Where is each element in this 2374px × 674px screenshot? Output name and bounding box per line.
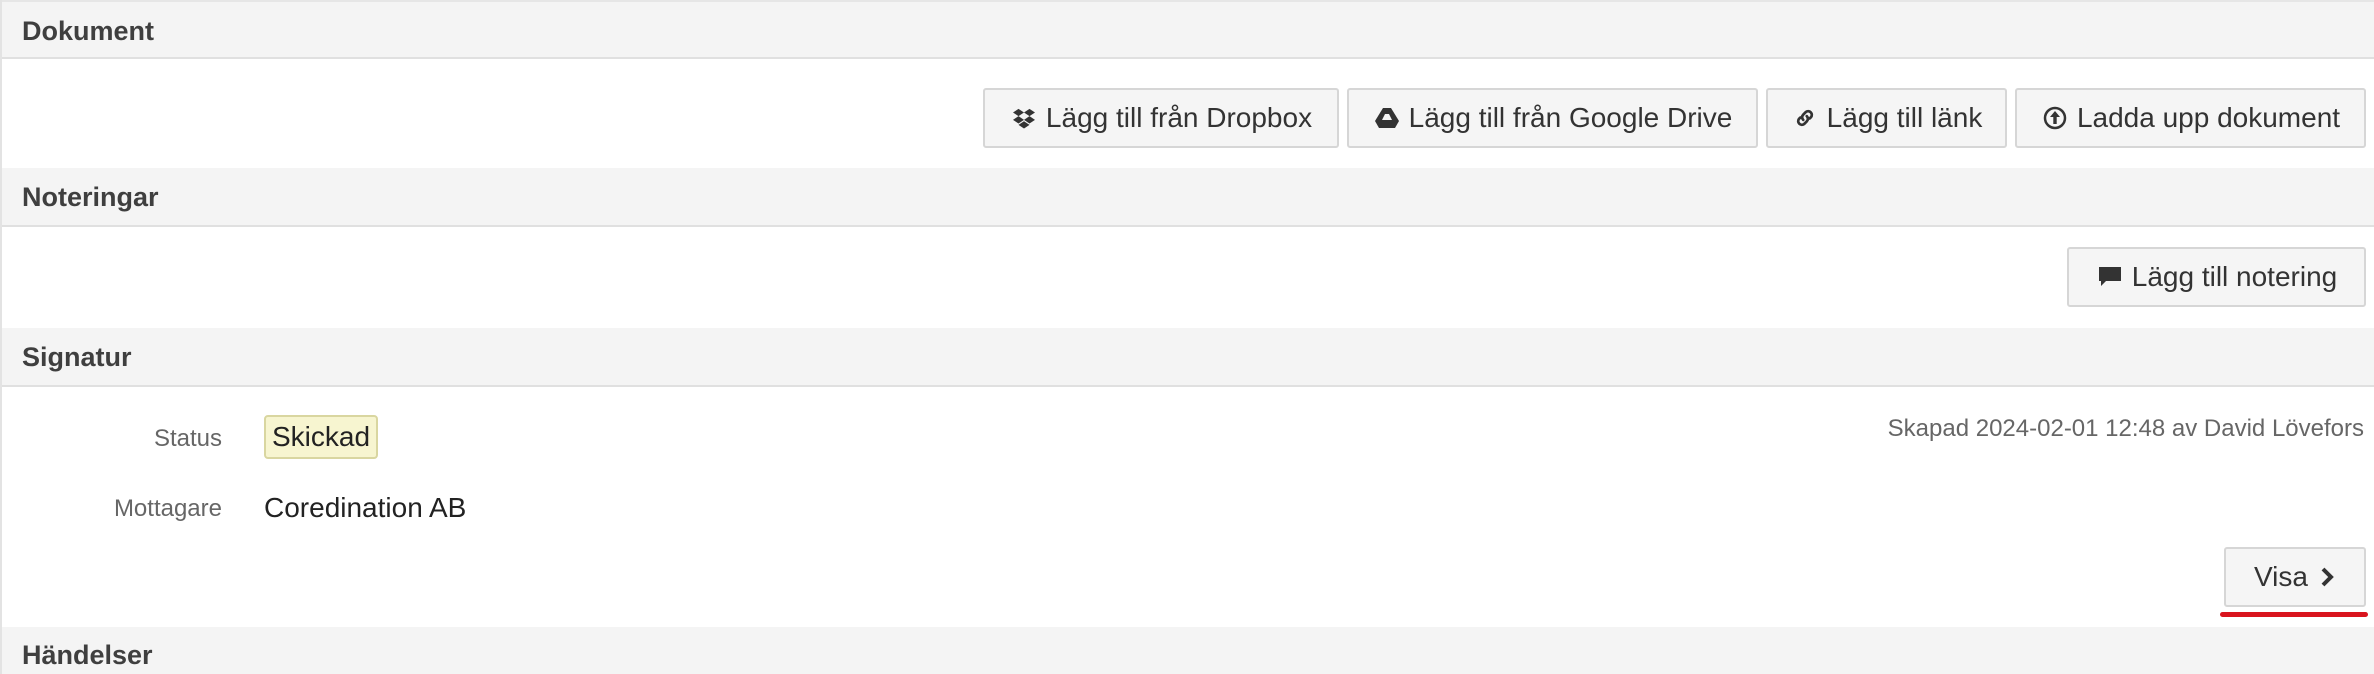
add-link-button[interactable]: Lägg till länk (1766, 88, 2007, 148)
add-link-label: Lägg till länk (1826, 102, 1983, 133)
show-button-label: Visa (2254, 561, 2308, 592)
link-icon (1791, 104, 1819, 132)
noteringar-header: Noteringar (2, 168, 2374, 227)
recipient-label: Mottagare (113, 495, 222, 522)
add-from-dropbox-label: Lägg till från Dropbox (1045, 102, 1313, 133)
add-from-google-drive-button[interactable]: Lägg till från Google Drive (1347, 88, 1758, 148)
chevron-right-icon (2318, 563, 2336, 591)
add-from-dropbox-button[interactable]: Lägg till från Dropbox (983, 88, 1339, 148)
dokument-title: Dokument (22, 16, 155, 46)
noteringar-title: Noteringar (22, 182, 159, 212)
add-note-label: Lägg till notering (2131, 261, 2338, 292)
google-drive-icon (1373, 104, 1401, 132)
signatur-header: Signatur (2, 328, 2374, 387)
show-button[interactable]: Visa (2224, 547, 2366, 607)
add-from-google-drive-label: Lägg till från Google Drive (1408, 102, 1733, 133)
handelser-title: Händelser (22, 640, 153, 670)
signatur-title: Signatur (22, 342, 132, 372)
created-meta: Skapad 2024-02-01 12:48 av David Lövefor… (1887, 415, 2364, 442)
recipient-value: Coredination AB (264, 492, 467, 523)
comment-icon (2096, 263, 2124, 291)
upload-document-label: Ladda upp dokument (2076, 102, 2341, 133)
highlight-underline (2220, 612, 2368, 617)
dropbox-icon (1010, 104, 1038, 132)
dokument-header: Dokument (2, 0, 2374, 59)
page: Dokument Lägg till från Dropbox Lägg til… (0, 0, 2374, 674)
upload-document-button[interactable]: Ladda upp dokument (2015, 88, 2366, 148)
status-label: Status (153, 425, 222, 452)
handelser-header: Händelser (2, 627, 2374, 674)
upload-icon (2041, 104, 2069, 132)
status-badge: Skickad (264, 415, 379, 459)
add-note-button[interactable]: Lägg till notering (2067, 247, 2366, 307)
